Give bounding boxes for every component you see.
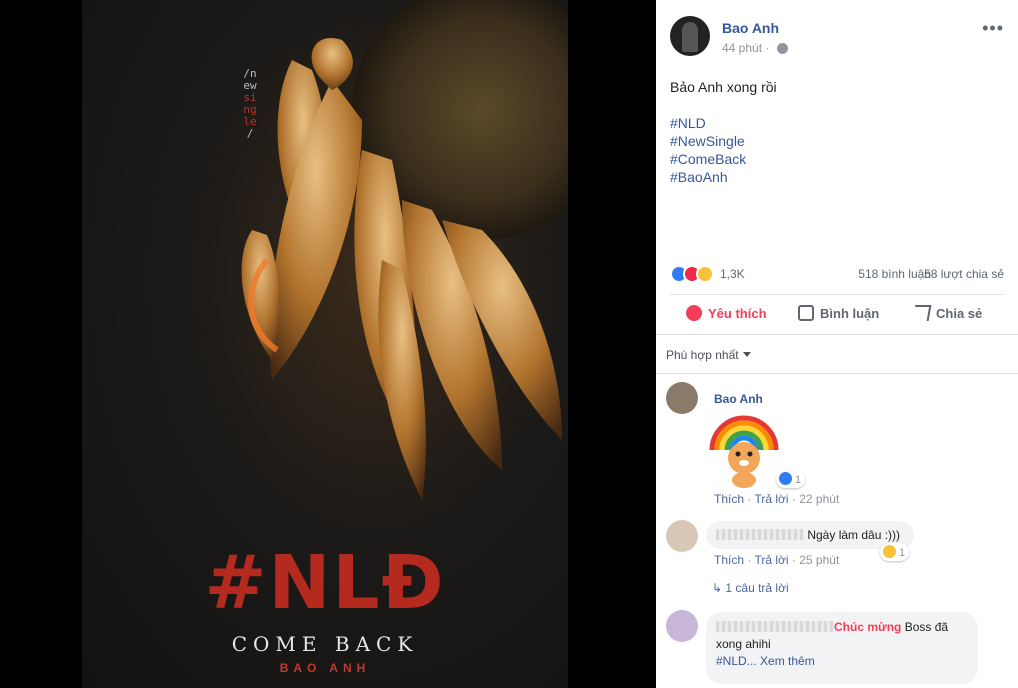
post-side-panel: Bao Anh 44 phút · ••• Bảo Anh xong rồi #… xyxy=(656,0,1018,688)
comment-icon xyxy=(798,305,814,321)
comment-like-link[interactable]: Thích xyxy=(714,553,744,567)
comment-reactions[interactable]: 1 xyxy=(880,543,910,561)
comment-sort-bar: Phù hợp nhất xyxy=(656,334,1018,374)
vertical-text-bottom: / xyxy=(246,127,254,140)
blurred-commenter-name[interactable] xyxy=(716,529,804,540)
post-time[interactable]: 44 phút · xyxy=(722,41,788,55)
photo-viewer: /new single / #NLĐ COME BACK BAO ANH Bao… xyxy=(0,0,1018,688)
blurred-commenter-name[interactable] xyxy=(716,621,834,632)
comment-button-label: Bình luận xyxy=(820,306,880,321)
author-name[interactable]: Bao Anh xyxy=(722,20,779,36)
comment-like-link[interactable]: Thích xyxy=(714,492,744,506)
comment-text: Ngày làm dâu :))) xyxy=(807,528,901,542)
comment-text-continued: xong ahihi xyxy=(716,637,771,651)
comment-reaction-count: 1 xyxy=(795,474,802,486)
post-header: Bao Anh 44 phút · ••• xyxy=(670,16,1004,60)
haha-reaction-icon xyxy=(883,545,896,558)
comment-bubble: Chúc mừng Boss đã xong ahihi #NLD... Xem… xyxy=(706,612,978,684)
love-button[interactable]: Yêu thích xyxy=(686,305,767,321)
comment-hashtag[interactable]: #NLD... xyxy=(716,654,757,668)
sort-label: Phù hợp nhất xyxy=(666,348,739,362)
post-actions: Yêu thích Bình luận Chia sẻ xyxy=(670,294,1004,332)
globe-icon xyxy=(776,43,788,55)
post-photo[interactable]: /new single / #NLĐ COME BACK BAO ANH xyxy=(82,0,568,688)
reply-arrow-icon: ↳ xyxy=(712,581,723,595)
comment-reply-link[interactable]: Trả lời xyxy=(754,492,788,506)
poster-artist: BAO ANH xyxy=(279,661,371,675)
comment-reaction-count: 1 xyxy=(899,547,906,559)
more-options-button[interactable]: ••• xyxy=(982,18,1004,39)
post-stats: 1,3K 518 bình luận 58 lượt chia sẻ xyxy=(670,264,1004,284)
hashtag-link[interactable]: #ComeBack xyxy=(670,150,746,168)
see-more-link[interactable]: Xem thêm xyxy=(760,654,815,668)
new-single-vertical-text: /new single / xyxy=(242,68,258,140)
share-icon xyxy=(912,305,932,321)
commenter-avatar[interactable] xyxy=(666,382,698,414)
comment-reply-link[interactable]: Trả lời xyxy=(754,553,788,567)
share-button[interactable]: Chia sẻ xyxy=(912,305,983,321)
commenter-avatar[interactable] xyxy=(666,520,698,552)
like-reaction-icon xyxy=(779,472,792,485)
shares-count[interactable]: 58 lượt chia sẻ xyxy=(924,267,1004,281)
commenter-name[interactable]: Bao Anh xyxy=(714,392,763,406)
author-avatar[interactable] xyxy=(670,16,710,56)
poster-subtitle: COME BACK xyxy=(231,632,419,656)
comment-meta: Thích · Trả lời · 25 phút xyxy=(714,553,840,567)
comment-reactions[interactable]: 1 xyxy=(776,470,806,488)
hashtag-link[interactable]: #NewSingle xyxy=(670,132,746,150)
hashtag-link[interactable]: #NLD xyxy=(670,114,746,132)
comment-text: Boss đã xyxy=(904,620,949,634)
love-button-label: Yêu thích xyxy=(708,306,767,321)
comment-time[interactable]: 22 phút xyxy=(799,492,839,506)
sort-dropdown[interactable]: Phù hợp nhất xyxy=(666,348,751,362)
heart-icon xyxy=(686,305,702,321)
vertical-text-red: single xyxy=(243,91,257,128)
post-time-text[interactable]: 44 phút xyxy=(722,41,762,55)
comments-count[interactable]: 518 bình luận xyxy=(858,267,931,281)
rainbow-dog-sticker xyxy=(709,415,779,488)
comment-mention[interactable]: Chúc mừng xyxy=(834,620,901,634)
poster-title: #NLĐ xyxy=(204,540,446,626)
post-text: Bảo Anh xong rồi xyxy=(670,79,777,95)
reaction-count[interactable]: 1,3K xyxy=(720,267,745,281)
comment-time[interactable]: 25 phút xyxy=(799,553,839,567)
share-button-label: Chia sẻ xyxy=(936,306,983,321)
haha-reaction-icon[interactable] xyxy=(696,265,714,283)
commenter-avatar[interactable] xyxy=(666,610,698,642)
caret-down-icon xyxy=(742,352,751,357)
hashtag-link[interactable]: #BaoAnh xyxy=(670,168,746,186)
vertical-text-top: /new xyxy=(243,67,257,92)
replies-count[interactable]: 1 câu trả lời xyxy=(725,581,788,595)
comment-meta: Thích · Trả lời · 22 phút xyxy=(714,492,840,506)
hashtag-list: #NLD #NewSingle #ComeBack #BaoAnh xyxy=(670,114,746,186)
comment-button[interactable]: Bình luận xyxy=(798,305,879,321)
view-replies-link[interactable]: ↳ 1 câu trả lời xyxy=(712,581,789,595)
